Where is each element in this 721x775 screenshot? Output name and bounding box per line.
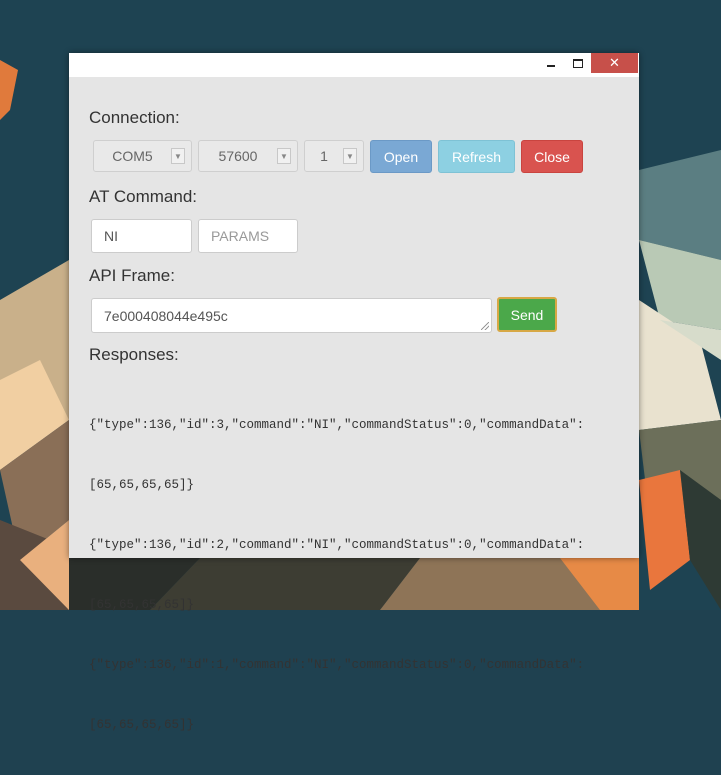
id-select-value: 1 [320, 148, 328, 164]
response-line: [65,65,65,65]} [89, 718, 195, 732]
id-select[interactable]: 1 ▼ [304, 140, 364, 172]
chevron-down-icon: ▼ [277, 148, 291, 164]
chevron-down-icon: ▼ [171, 148, 185, 164]
refresh-button[interactable]: Refresh [438, 140, 515, 173]
window-close-button[interactable]: ✕ [591, 53, 638, 73]
close-icon: ✕ [609, 55, 620, 71]
at-command-input[interactable]: NI [91, 219, 192, 253]
at-command-label: AT Command: [89, 187, 198, 206]
title-bar[interactable]: ✕ [69, 53, 639, 77]
api-frame-input[interactable]: 7e000408044e495c [91, 298, 492, 333]
port-select-value: COM5 [112, 148, 153, 164]
resize-grip-icon[interactable] [481, 322, 489, 330]
api-frame-label: API Frame: [89, 266, 175, 285]
minimize-button[interactable] [539, 53, 563, 73]
response-line: {"type":136,"id":2,"command":"NI","comma… [89, 538, 585, 552]
response-line: [65,65,65,65]} [89, 478, 195, 492]
port-select[interactable]: COM5 ▼ [93, 140, 192, 172]
response-line: [65,65,65,65]} [89, 598, 195, 612]
maximize-button[interactable] [566, 53, 590, 73]
response-line: {"type":136,"id":1,"command":"NI","comma… [89, 658, 585, 672]
connection-label: Connection: [89, 108, 180, 127]
close-connection-button[interactable]: Close [521, 140, 583, 173]
params-input[interactable]: PARAMS [198, 219, 298, 253]
responses-log: {"type":136,"id":3,"command":"NI","comma… [89, 375, 629, 775]
chevron-down-icon: ▼ [343, 148, 357, 164]
send-button[interactable]: Send [497, 297, 557, 332]
api-frame-value: 7e000408044e495c [104, 307, 228, 324]
maximize-icon [573, 58, 583, 68]
minimize-icon [547, 65, 555, 67]
open-button[interactable]: Open [370, 140, 432, 173]
app-window: ✕ Connection: COM5 ▼ 57600 ▼ 1 ▼ Open Re… [69, 53, 639, 732]
response-line: {"type":136,"id":3,"command":"NI","comma… [89, 418, 585, 432]
responses-label: Responses: [89, 345, 179, 364]
baud-select-value: 57600 [218, 148, 258, 164]
baud-select[interactable]: 57600 ▼ [198, 140, 298, 172]
